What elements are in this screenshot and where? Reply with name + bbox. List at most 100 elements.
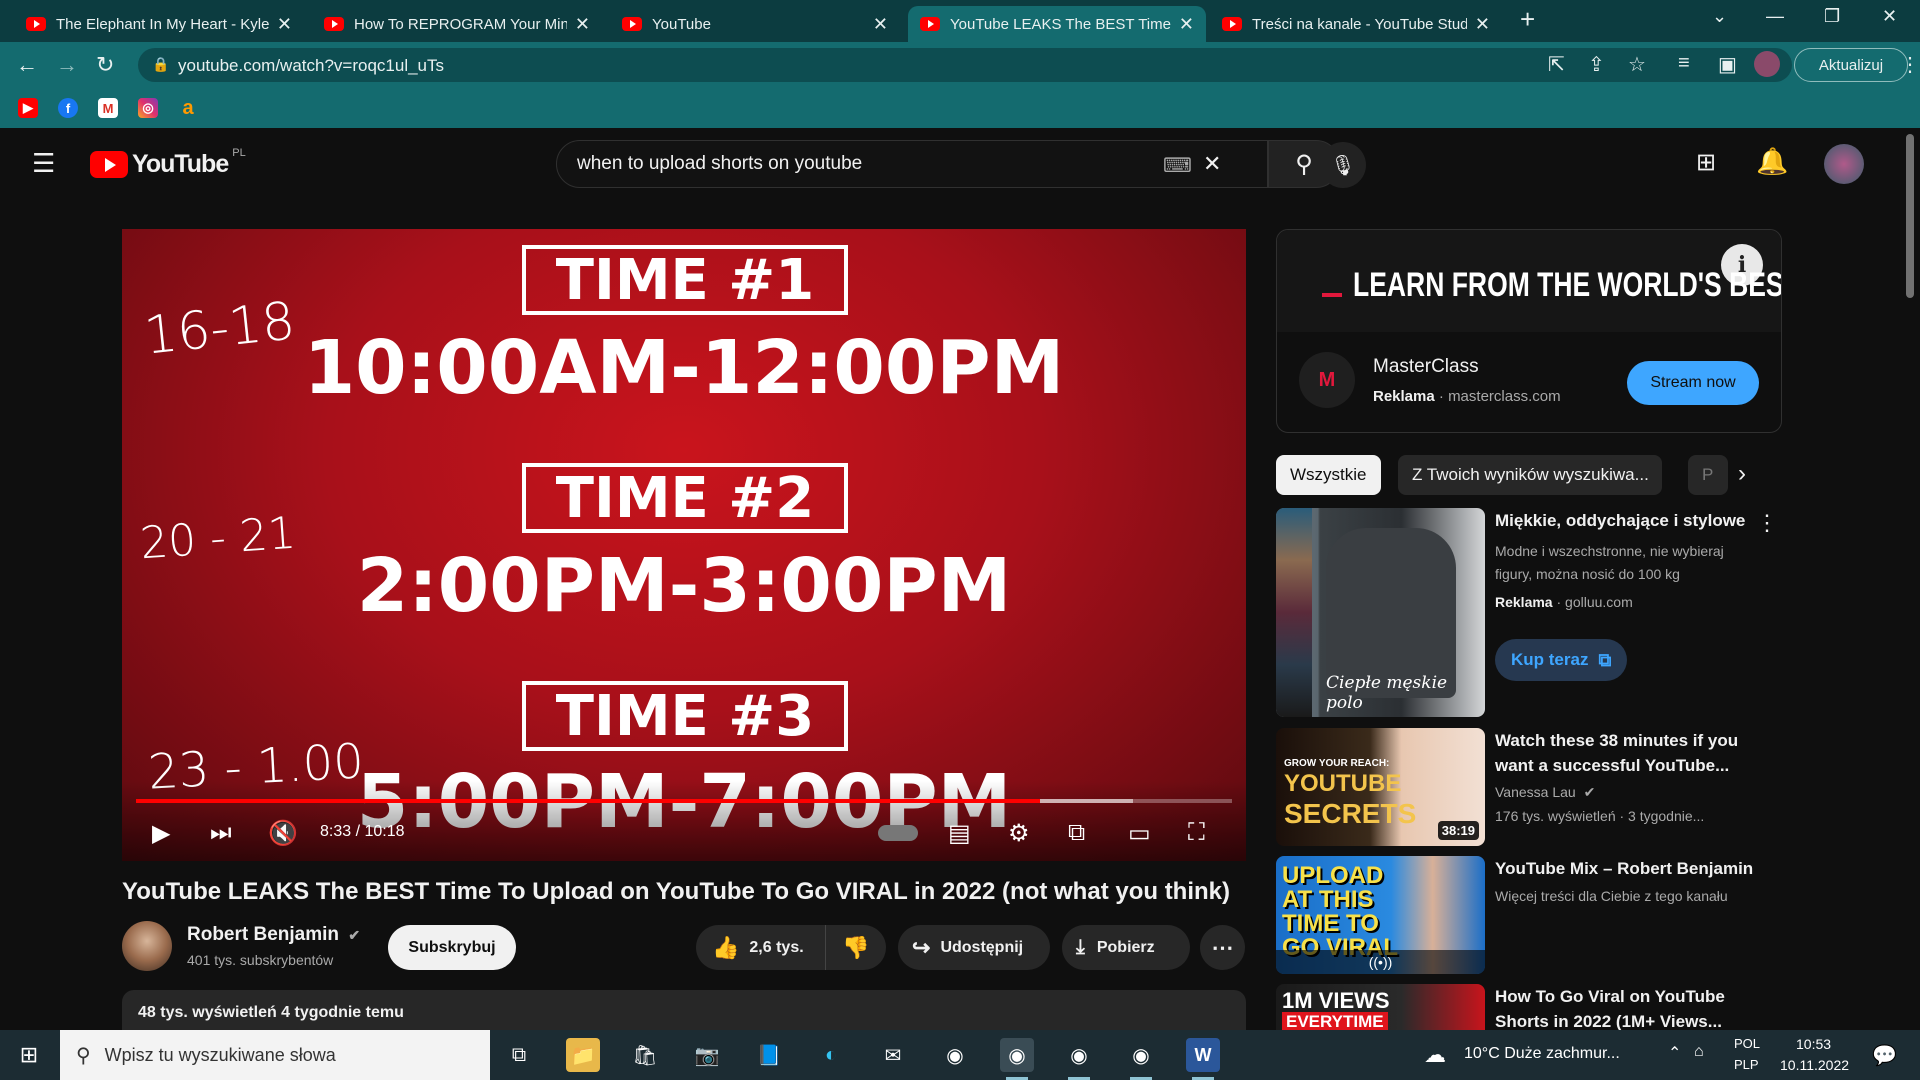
forward-icon[interactable]: → xyxy=(56,52,78,78)
gmail-bookmark-icon[interactable]: M xyxy=(98,98,118,118)
update-button[interactable]: Aktualizuj xyxy=(1794,48,1908,82)
channel-avatar[interactable] xyxy=(122,921,172,971)
mail-app-icon[interactable]: ✉ xyxy=(876,1038,910,1072)
browser-tab-active[interactable]: YouTube LEAKS The BEST Time To ✕ xyxy=(908,6,1206,42)
clock-date[interactable]: 10.11.2022 xyxy=(1780,1057,1849,1073)
theater-mode-icon[interactable]: ▭ xyxy=(1128,819,1151,848)
word-app-icon[interactable]: W xyxy=(1186,1038,1220,1080)
camera-app-icon[interactable]: 📷 xyxy=(690,1038,724,1072)
subscribe-button[interactable]: Subskrybuj xyxy=(388,925,516,970)
ad-thumbnail[interactable]: Ciepłe męskie polo xyxy=(1276,508,1485,717)
ad-info-icon[interactable]: i xyxy=(1721,244,1763,286)
video-thumbnail[interactable]: 1M VIEWS EVERYTIME xyxy=(1276,984,1485,1030)
mix-thumbnail[interactable]: UPLOAD AT THIS TIME TO GO VIRAL ((•)) xyxy=(1276,856,1485,974)
clock-time[interactable]: 10:53 xyxy=(1796,1036,1831,1052)
share-button[interactable]: ↪ Udostępnij xyxy=(898,925,1050,970)
task-view-icon[interactable]: ⧉ xyxy=(502,1038,536,1072)
share-icon[interactable]: ⇪ xyxy=(1588,52,1605,77)
youtube-logo[interactable]: YouTube PL xyxy=(90,147,246,179)
chrome-profile-window-icon[interactable]: ◉ xyxy=(1124,1038,1158,1080)
recommendation-ad[interactable]: Ciepłe męskie polo Miękkie, oddychające … xyxy=(1276,508,1778,718)
voice-search-button[interactable]: 🎙 xyxy=(1320,142,1366,188)
buy-now-button[interactable]: Kup teraz ⧉ xyxy=(1495,639,1628,681)
amazon-bookmark-icon[interactable]: a xyxy=(178,97,198,119)
dislike-button[interactable]: 👎 xyxy=(826,925,869,970)
file-explorer-icon[interactable]: 📁 xyxy=(566,1038,600,1072)
notifications-bell-icon[interactable]: 🔔 xyxy=(1756,146,1788,177)
autoplay-toggle[interactable] xyxy=(878,825,918,841)
chip-from-search[interactable]: Z Twoich wyników wyszukiwa... xyxy=(1398,455,1662,495)
play-icon[interactable]: ▶ xyxy=(152,819,170,848)
page-scrollbar-thumb[interactable] xyxy=(1906,134,1914,298)
video-player[interactable]: TIME #1 10:00AM-12:00PM TIME #2 2:00PM-3… xyxy=(122,229,1246,861)
language-bottom[interactable]: PLP xyxy=(1734,1057,1759,1072)
minimize-icon[interactable]: — xyxy=(1766,6,1784,27)
microsoft-store-icon[interactable]: 🛍 xyxy=(628,1038,662,1072)
close-tab-icon[interactable]: ✕ xyxy=(1475,14,1490,35)
clear-search-icon[interactable]: ✕ xyxy=(1203,151,1221,177)
create-video-icon[interactable]: ⊞ xyxy=(1696,148,1716,177)
network-icon[interactable]: ⌂ xyxy=(1694,1043,1704,1061)
next-video-icon[interactable]: ⏭ xyxy=(210,819,232,847)
chrome-menu-icon[interactable]: ⋮ xyxy=(1900,52,1920,77)
subtitles-icon[interactable]: ▤ xyxy=(948,819,971,848)
fullscreen-icon[interactable]: ⛶ xyxy=(1188,819,1205,847)
settings-gear-icon[interactable]: ⚙ xyxy=(1008,819,1030,848)
progress-bar[interactable] xyxy=(136,799,1232,803)
chrome-browser-icon[interactable]: ◉ xyxy=(938,1038,972,1072)
windows-search-box[interactable]: ⚲ Wpisz tu wyszukiwane słowa xyxy=(60,1030,490,1080)
chrome-profile-window-icon[interactable]: ◉ xyxy=(1062,1038,1096,1080)
profile-avatar[interactable] xyxy=(1754,51,1780,77)
windows-start-icon[interactable]: ⊞ xyxy=(12,1038,46,1072)
sidebar-ad-card[interactable]: LEARN FROM THE WORLD'S BEST i M MasterCl… xyxy=(1276,229,1782,433)
chip-next[interactable]: P xyxy=(1688,455,1728,495)
weather-text[interactable]: 10°C Duże zachmur... xyxy=(1464,1045,1620,1063)
recommendation-video[interactable]: 1M VIEWS EVERYTIME How To Go Viral on Yo… xyxy=(1276,984,1776,1030)
browser-tab[interactable]: The Elephant In My Heart - Kyle C ✕ xyxy=(14,6,304,42)
download-button[interactable]: ⤓ Pobierz xyxy=(1062,925,1190,970)
recommendation-mix[interactable]: UPLOAD AT THIS TIME TO GO VIRAL ((•)) Yo… xyxy=(1276,856,1776,974)
bookmark-star-icon[interactable]: ☆ xyxy=(1628,52,1646,77)
more-actions-button[interactable]: ⋯ xyxy=(1200,925,1245,970)
tray-overflow-chevron-icon[interactable]: ⌃ xyxy=(1668,1043,1681,1063)
close-tab-icon[interactable]: ✕ xyxy=(575,14,590,35)
open-in-app-icon[interactable]: ⇱ xyxy=(1548,52,1565,77)
like-button[interactable]: 👍 2,6 tys. xyxy=(696,925,826,970)
muted-volume-icon[interactable]: 🔇 xyxy=(268,819,298,848)
close-tab-icon[interactable]: ✕ xyxy=(873,14,888,35)
youtube-bookmark-icon[interactable]: ▶ xyxy=(18,98,38,118)
chip-all[interactable]: Wszystkie xyxy=(1276,455,1381,495)
chips-next-chevron-icon[interactable]: › xyxy=(1738,460,1746,488)
search-input[interactable] xyxy=(577,153,1157,175)
account-avatar[interactable] xyxy=(1824,144,1864,184)
tab-search-chevron-icon[interactable]: ⌄ xyxy=(1712,6,1727,27)
more-vertical-icon[interactable]: ⋮ xyxy=(1756,510,1778,536)
back-icon[interactable]: ← xyxy=(16,52,38,78)
language-top[interactable]: POL xyxy=(1734,1036,1760,1051)
instagram-bookmark-icon[interactable]: ◎ xyxy=(138,98,158,118)
miniplayer-icon[interactable]: ⧉ xyxy=(1068,819,1085,847)
reload-icon[interactable]: ↻ xyxy=(96,52,114,78)
stream-now-button[interactable]: Stream now xyxy=(1627,361,1759,405)
browser-tab[interactable]: How To REPROGRAM Your Mind ✕ xyxy=(312,6,602,42)
restore-icon[interactable]: ❐ xyxy=(1824,6,1840,27)
chrome-profile-window-icon[interactable]: ◉ xyxy=(1000,1038,1034,1080)
keyboard-icon[interactable]: ⌨ xyxy=(1163,153,1192,178)
media-control-icon[interactable]: ≡ xyxy=(1678,52,1690,75)
close-window-icon[interactable]: ✕ xyxy=(1882,6,1897,27)
video-thumbnail[interactable]: GROW YOUR REACH: YOUTUBE SECRETS 38:19 xyxy=(1276,728,1485,846)
recommendation-video[interactable]: GROW YOUR REACH: YOUTUBE SECRETS 38:19 W… xyxy=(1276,728,1776,846)
channel-name[interactable]: Robert Benjamin ✔ xyxy=(187,924,360,946)
facebook-bookmark-icon[interactable]: f xyxy=(58,98,78,118)
new-tab-icon[interactable]: + xyxy=(1520,4,1535,35)
hamburger-menu-icon[interactable]: ☰ xyxy=(32,148,55,179)
notifications-center-icon[interactable]: 💬 xyxy=(1872,1043,1897,1068)
close-tab-icon[interactable]: ✕ xyxy=(1179,14,1194,35)
notepad-app-icon[interactable]: 📘 xyxy=(752,1038,786,1072)
browser-tab[interactable]: Treści na kanale - YouTube Studio ✕ xyxy=(1210,6,1502,42)
search-box[interactable]: ⌨ ✕ xyxy=(556,140,1268,188)
close-tab-icon[interactable]: ✕ xyxy=(277,14,292,35)
browser-tab[interactable]: YouTube ✕ xyxy=(610,6,900,42)
side-panel-icon[interactable]: ▣ xyxy=(1718,52,1737,77)
edge-browser-icon[interactable]: ◐ xyxy=(814,1038,848,1072)
